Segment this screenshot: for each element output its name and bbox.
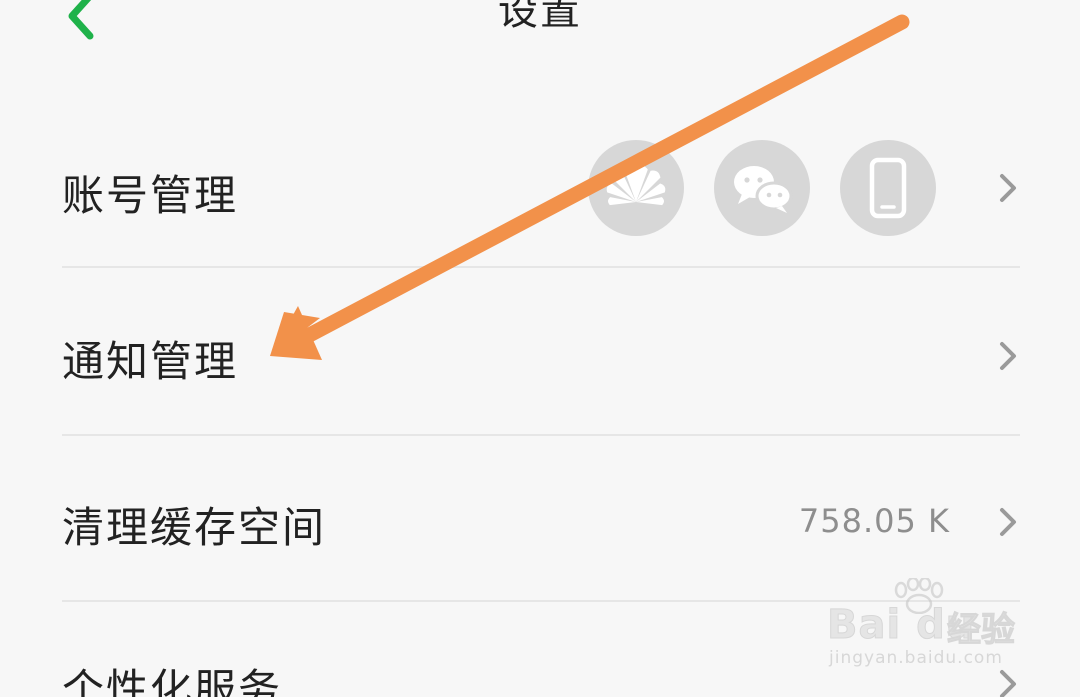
notification-management-row[interactable]: 通知管理 bbox=[62, 300, 1020, 410]
clear-cache-row[interactable]: 清理缓存空间 758.05 K bbox=[62, 466, 1020, 576]
chevron-right-icon bbox=[1000, 174, 1016, 202]
chevron-right-icon bbox=[1000, 342, 1016, 370]
account-management-row[interactable]: 账号管理 bbox=[62, 140, 1020, 236]
account-management-label: 账号管理 bbox=[62, 171, 239, 220]
settings-screen: 设置 账号管理 通知管理 清理缓存空间 758.05 K 个性化服务 Bai d… bbox=[0, 0, 1080, 697]
row-divider bbox=[62, 266, 1020, 268]
notification-management-label: 通知管理 bbox=[62, 337, 239, 386]
cache-size-value: 758.05 K bbox=[798, 502, 950, 540]
clear-cache-label: 清理缓存空间 bbox=[62, 503, 327, 552]
watermark-url: jingyan.baidu.com bbox=[829, 648, 1003, 668]
watermark-name: 经验 bbox=[947, 610, 1016, 651]
row-divider bbox=[62, 434, 1020, 436]
personalized-services-label: 个性化服务 bbox=[62, 665, 283, 697]
wechat-icon bbox=[714, 140, 810, 236]
top-bar: 设置 bbox=[0, 0, 1080, 60]
page-title: 设置 bbox=[498, 0, 582, 34]
huawei-logo-icon bbox=[588, 140, 684, 236]
chevron-right-icon bbox=[1000, 508, 1016, 536]
phone-icon bbox=[840, 140, 936, 236]
baidu-jingyan-watermark: Bai du 经验 jingyan.baidu.com bbox=[825, 578, 1055, 680]
